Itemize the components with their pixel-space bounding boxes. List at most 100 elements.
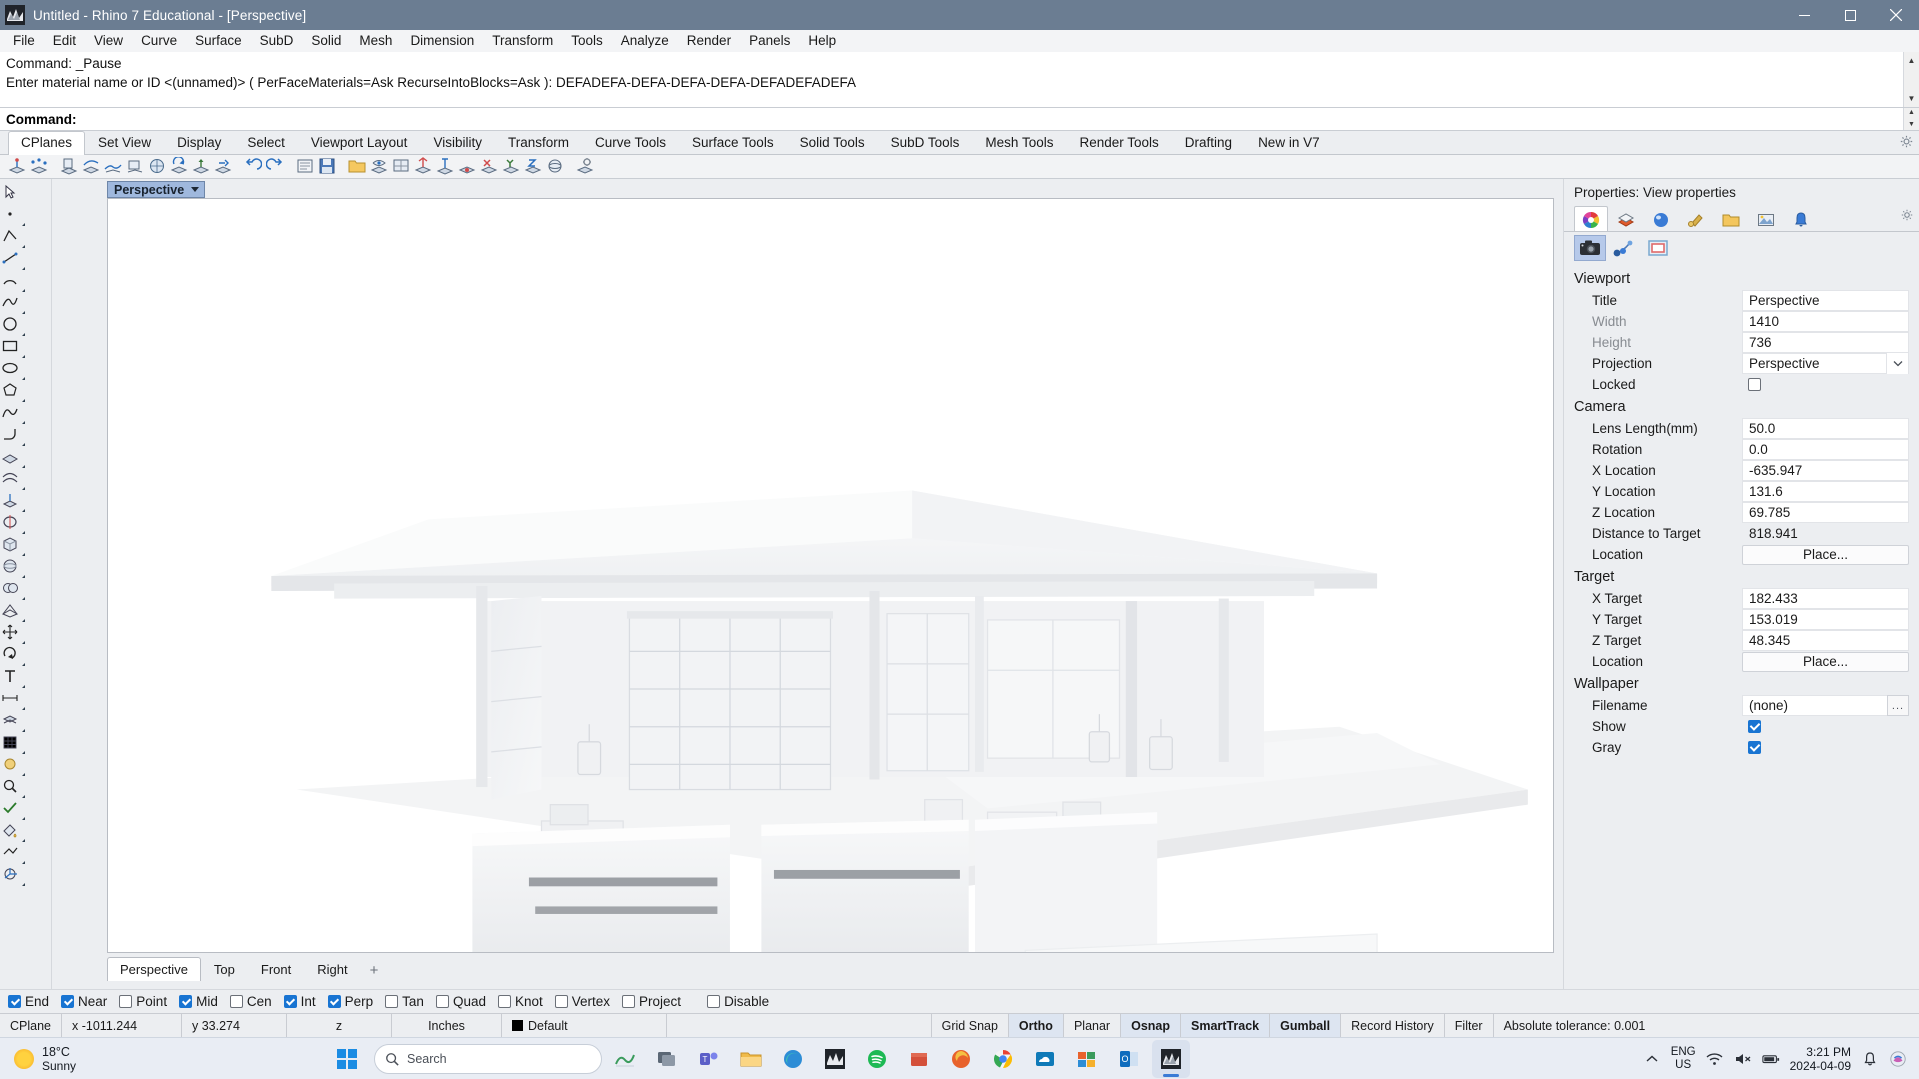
cplane-perpendicular-icon[interactable] xyxy=(436,157,456,177)
cmd-scroll-down-icon[interactable]: ▼ xyxy=(1904,120,1919,130)
viewport-menu-chevron-icon[interactable] xyxy=(191,187,200,192)
osnap-end-checkbox[interactable] xyxy=(8,995,21,1008)
tab-curve-points-icon[interactable] xyxy=(1608,235,1640,261)
command-line[interactable]: Command: ▲ ▼ xyxy=(0,108,1919,131)
status-toggle-smarttrack[interactable]: SmartTrack xyxy=(1181,1014,1271,1037)
show-checkbox[interactable] xyxy=(1748,720,1761,733)
point-icon[interactable] xyxy=(0,205,26,227)
menu-transform[interactable]: Transform xyxy=(483,30,562,52)
taskbar-outlook-icon[interactable]: O xyxy=(1110,1040,1148,1078)
tab-viewport-layout[interactable]: Viewport Layout xyxy=(298,131,421,154)
cplane-vertical-icon[interactable] xyxy=(60,157,80,177)
move-icon[interactable] xyxy=(0,623,26,645)
cplane-rotate-icon[interactable] xyxy=(170,155,190,177)
volume-muted-icon[interactable] xyxy=(1734,1050,1752,1068)
language-indicator[interactable]: ENG US xyxy=(1671,1046,1696,1072)
osnap-disable-checkbox[interactable] xyxy=(707,995,721,1008)
tab-folder-icon[interactable] xyxy=(1714,206,1748,232)
osnap-end[interactable]: End xyxy=(8,994,49,1009)
open-folder-icon[interactable] xyxy=(348,157,368,177)
status-toggle-ortho[interactable]: Ortho xyxy=(1008,1014,1064,1037)
tab-mesh-tools[interactable]: Mesh Tools xyxy=(972,131,1066,154)
line-segments-icon[interactable] xyxy=(0,249,26,271)
tab-layers-icon[interactable] xyxy=(1609,206,1643,232)
cplane-elevation-icon[interactable] xyxy=(192,157,212,177)
status-units[interactable]: Inches xyxy=(392,1014,502,1037)
status-toggle-grid-snap[interactable]: Grid Snap xyxy=(932,1014,1009,1037)
menu-help[interactable]: Help xyxy=(799,30,845,52)
cplane-origin2-icon[interactable] xyxy=(458,157,478,177)
tray-expand-icon[interactable] xyxy=(1643,1050,1661,1068)
surface-plane-icon[interactable] xyxy=(0,447,26,469)
close-button[interactable] xyxy=(1873,0,1919,30)
arc-icon[interactable] xyxy=(0,271,26,293)
cplane-x-icon[interactable] xyxy=(480,157,500,177)
tab-surface-tools[interactable]: Surface Tools xyxy=(679,131,787,154)
property-value-rotation[interactable]: 0.0 xyxy=(1742,439,1909,460)
tab-set-view[interactable]: Set View xyxy=(85,131,164,154)
taskbar-store-icon[interactable] xyxy=(900,1040,938,1078)
tab-camera-icon[interactable] xyxy=(1574,234,1606,261)
property-value-y-target[interactable]: 153.019 xyxy=(1742,609,1909,630)
ellipse-icon[interactable] xyxy=(0,359,26,381)
tab-image-icon[interactable] xyxy=(1749,206,1783,232)
cplane-object-icon[interactable] xyxy=(126,157,146,177)
tab-new-in-v7[interactable]: New in V7 xyxy=(1245,131,1333,154)
property-value-z-target[interactable]: 48.345 xyxy=(1742,630,1909,651)
polyline-icon[interactable] xyxy=(0,227,26,249)
check-icon[interactable] xyxy=(0,799,26,821)
taskbar-teams-icon[interactable]: T xyxy=(690,1040,728,1078)
properties-gear-icon[interactable] xyxy=(1901,209,1913,224)
box-icon[interactable] xyxy=(0,535,26,557)
history-icon[interactable] xyxy=(0,843,26,865)
viewport-tab-perspective[interactable]: Perspective xyxy=(107,957,201,981)
status-cplane[interactable]: CPlane xyxy=(0,1014,62,1037)
layers-panel-icon[interactable] xyxy=(0,711,26,733)
cplane-surface-icon[interactable] xyxy=(104,157,124,177)
locked-checkbox[interactable] xyxy=(1748,378,1761,391)
osnap-vertex-checkbox[interactable] xyxy=(554,995,568,1008)
toolbar-options-gear-icon[interactable] xyxy=(1900,135,1913,151)
perspective-viewport[interactable] xyxy=(107,198,1554,953)
osnap-project[interactable]: Project xyxy=(622,994,681,1009)
text-icon[interactable] xyxy=(0,667,26,689)
tab-light-icon[interactable] xyxy=(1679,206,1713,232)
property-value-filename[interactable]: (none) ... xyxy=(1742,695,1909,716)
cplane-universal-icon[interactable] xyxy=(546,157,566,177)
osnap-cen[interactable]: Cen xyxy=(229,994,272,1009)
osnap-int[interactable]: Int xyxy=(283,994,316,1009)
cplane-curve-icon[interactable] xyxy=(82,157,102,177)
status-layer[interactable]: Default xyxy=(502,1014,667,1037)
osnap-disable[interactable]: Disable xyxy=(707,994,769,1009)
taskbar-firefox-icon[interactable] xyxy=(942,1040,980,1078)
status-toggle-record-history[interactable]: Record History xyxy=(1341,1014,1445,1037)
named-cplane-icon[interactable] xyxy=(296,157,316,177)
grid-icon[interactable] xyxy=(0,733,26,755)
weather-widget[interactable]: 18°C Sunny xyxy=(0,1045,250,1073)
viewport-tab-add-icon[interactable]: + xyxy=(361,959,388,981)
viewport-label[interactable]: Perspective xyxy=(107,181,206,198)
property-value-y-location[interactable]: 131.6 xyxy=(1742,481,1909,502)
osnap-quad-checkbox[interactable] xyxy=(435,995,449,1008)
osnap-mid-checkbox[interactable] xyxy=(179,995,193,1008)
menu-subd[interactable]: SubD xyxy=(251,30,303,52)
property-value-x-target[interactable]: 182.433 xyxy=(1742,588,1909,609)
taskbar-office-icon[interactable] xyxy=(1068,1040,1106,1078)
taskbar-file-explorer-icon[interactable] xyxy=(732,1040,770,1078)
tab-solid-tools[interactable]: Solid Tools xyxy=(787,131,878,154)
scroll-up-icon[interactable]: ▲ xyxy=(1904,52,1919,69)
viewport-tab-right[interactable]: Right xyxy=(304,957,360,981)
menu-file[interactable]: File xyxy=(4,30,44,52)
boolean-union-icon[interactable] xyxy=(0,579,26,601)
status-toggle-osnap[interactable]: Osnap xyxy=(1121,1014,1181,1037)
battery-icon[interactable] xyxy=(1761,1050,1780,1068)
viewport-tab-front[interactable]: Front xyxy=(248,957,304,981)
osnap-project-checkbox[interactable] xyxy=(622,995,636,1008)
tab-drafting[interactable]: Drafting xyxy=(1172,131,1245,154)
cplane-undo-icon[interactable] xyxy=(244,157,264,177)
menu-analyze[interactable]: Analyze xyxy=(612,30,678,52)
taskbar-widget-icon[interactable] xyxy=(606,1040,644,1078)
menu-view[interactable]: View xyxy=(85,30,132,52)
cplane-origin-icon[interactable] xyxy=(8,157,28,177)
circle-icon[interactable] xyxy=(0,315,26,337)
